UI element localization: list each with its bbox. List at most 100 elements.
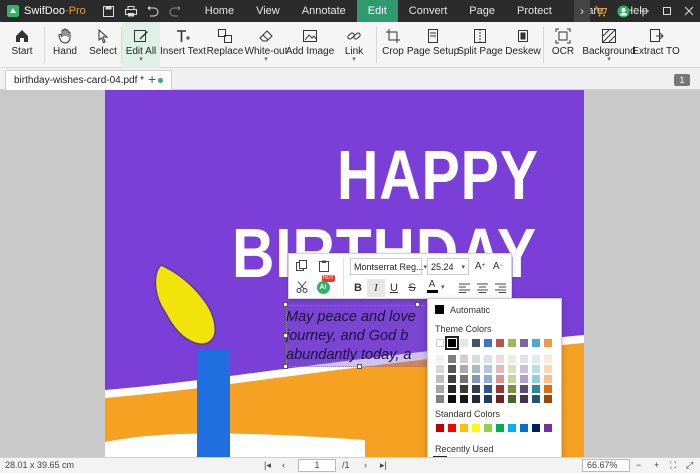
- first-page-icon[interactable]: |◂: [264, 460, 271, 471]
- theme-shade-swatch[interactable]: [532, 365, 540, 373]
- theme-color-swatch[interactable]: [484, 339, 492, 347]
- resize-handle[interactable]: [357, 364, 362, 369]
- standard-color-swatch[interactable]: [544, 424, 552, 432]
- hand-tool-button[interactable]: Hand: [45, 22, 85, 68]
- theme-shade-swatch[interactable]: [472, 385, 480, 393]
- theme-color-swatch[interactable]: [520, 339, 528, 347]
- standard-color-swatch[interactable]: [496, 424, 504, 432]
- theme-shade-swatch[interactable]: [484, 355, 492, 363]
- standard-color-swatch[interactable]: [520, 424, 528, 432]
- theme-color-swatch[interactable]: [472, 339, 480, 347]
- standard-color-swatch[interactable]: [448, 424, 456, 432]
- chevron-down-icon[interactable]: ▾: [441, 283, 445, 291]
- theme-shade-swatch[interactable]: [484, 365, 492, 373]
- theme-shade-swatch[interactable]: [436, 355, 444, 363]
- align-center-icon[interactable]: [473, 279, 491, 297]
- align-right-icon[interactable]: [491, 279, 509, 297]
- standard-color-swatch[interactable]: [484, 424, 492, 432]
- card-message[interactable]: May peace and love journey, and God b ab…: [286, 308, 436, 365]
- standard-color-swatch[interactable]: [532, 424, 540, 432]
- theme-shade-swatch[interactable]: [436, 395, 444, 403]
- theme-shade-swatch[interactable]: [436, 375, 444, 383]
- theme-shade-swatch[interactable]: [460, 395, 468, 403]
- theme-shade-swatch[interactable]: [532, 355, 540, 363]
- theme-color-swatch[interactable]: [496, 339, 504, 347]
- previous-page-icon[interactable]: ‹: [282, 460, 285, 470]
- standard-color-swatch[interactable]: [472, 424, 480, 432]
- maximize-icon[interactable]: [656, 0, 678, 22]
- theme-shade-swatch[interactable]: [496, 395, 504, 403]
- more-menu-icon[interactable]: ›: [574, 0, 590, 22]
- theme-shade-swatch[interactable]: [520, 395, 528, 403]
- undo-icon[interactable]: [142, 0, 164, 22]
- select-tool-button[interactable]: Select: [85, 22, 121, 68]
- theme-shade-swatch[interactable]: [520, 385, 528, 393]
- theme-shade-swatch[interactable]: [460, 355, 468, 363]
- document-tab[interactable]: birthday-wishes-card-04.pdf *: [5, 70, 173, 90]
- insert-text-button[interactable]: Insert Text: [160, 22, 206, 68]
- theme-shade-swatch[interactable]: [544, 395, 552, 403]
- fullscreen-icon[interactable]: ⤢: [686, 460, 693, 471]
- theme-color-swatch[interactable]: [445, 336, 459, 350]
- paste-icon[interactable]: [315, 257, 333, 275]
- theme-shade-swatch[interactable]: [508, 385, 516, 393]
- theme-shade-swatch[interactable]: [544, 365, 552, 373]
- theme-shade-swatch[interactable]: [532, 395, 540, 403]
- theme-shade-swatch[interactable]: [544, 375, 552, 383]
- theme-shade-swatch[interactable]: [448, 365, 456, 373]
- page-setup-button[interactable]: Page Setup: [407, 22, 459, 68]
- theme-shade-swatch[interactable]: [544, 355, 552, 363]
- theme-shade-swatch[interactable]: [496, 365, 504, 373]
- theme-shade-swatch[interactable]: [436, 385, 444, 393]
- menu-edit[interactable]: Edit: [356, 0, 398, 22]
- theme-shade-swatch[interactable]: [484, 375, 492, 383]
- theme-color-swatch[interactable]: [544, 339, 552, 347]
- theme-shade-swatch[interactable]: [448, 355, 456, 363]
- split-page-button[interactable]: Split Page: [457, 22, 503, 68]
- theme-shade-swatch[interactable]: [460, 375, 468, 383]
- theme-shade-swatch[interactable]: [448, 375, 456, 383]
- white-out-button[interactable]: White-out ▾: [244, 22, 288, 68]
- close-icon[interactable]: [678, 0, 700, 22]
- theme-shade-swatch[interactable]: [472, 355, 480, 363]
- replace-button[interactable]: Replace: [206, 22, 244, 68]
- theme-shade-swatch[interactable]: [460, 365, 468, 373]
- menu-convert[interactable]: Convert: [398, 0, 459, 22]
- standard-color-swatch[interactable]: [436, 424, 444, 432]
- copy-icon[interactable]: [293, 257, 311, 275]
- save-icon[interactable]: [98, 0, 120, 22]
- theme-shade-swatch[interactable]: [496, 355, 504, 363]
- font-size-decrease-icon[interactable]: A −: [489, 257, 507, 275]
- next-page-icon[interactable]: ›: [364, 460, 367, 470]
- zoom-level-select[interactable]: 66.67%: [582, 459, 630, 472]
- fit-page-icon[interactable]: ⛶: [670, 460, 676, 471]
- minimize-icon[interactable]: [634, 0, 656, 22]
- theme-shade-swatch[interactable]: [484, 395, 492, 403]
- deskew-button[interactable]: Deskew: [503, 22, 543, 68]
- theme-shade-swatch[interactable]: [436, 365, 444, 373]
- account-icon[interactable]: [612, 0, 634, 22]
- theme-shade-swatch[interactable]: [532, 385, 540, 393]
- last-page-icon[interactable]: ▸|: [380, 460, 387, 471]
- menu-view[interactable]: View: [245, 0, 291, 22]
- underline-icon[interactable]: U: [385, 279, 403, 297]
- theme-shade-swatch[interactable]: [448, 395, 456, 403]
- theme-shade-swatch[interactable]: [508, 375, 516, 383]
- automatic-color-swatch[interactable]: [435, 305, 444, 314]
- theme-shade-swatch[interactable]: [508, 355, 516, 363]
- automatic-color-option[interactable]: Automatic: [450, 305, 490, 315]
- ocr-button[interactable]: OCR: [544, 22, 582, 68]
- theme-shade-swatch[interactable]: [508, 365, 516, 373]
- menu-annotate[interactable]: Annotate: [291, 0, 357, 22]
- theme-shade-swatch[interactable]: [520, 375, 528, 383]
- theme-shade-swatch[interactable]: [496, 385, 504, 393]
- theme-shade-swatch[interactable]: [532, 375, 540, 383]
- resize-handle[interactable]: [283, 302, 288, 307]
- theme-shade-swatch[interactable]: [544, 385, 552, 393]
- theme-shade-swatch[interactable]: [448, 385, 456, 393]
- font-size-increase-icon[interactable]: A +: [471, 257, 489, 275]
- menu-home[interactable]: Home: [194, 0, 245, 22]
- redo-icon[interactable]: [164, 0, 186, 22]
- add-tab-icon[interactable]: +: [148, 71, 156, 87]
- italic-icon[interactable]: I: [367, 279, 385, 297]
